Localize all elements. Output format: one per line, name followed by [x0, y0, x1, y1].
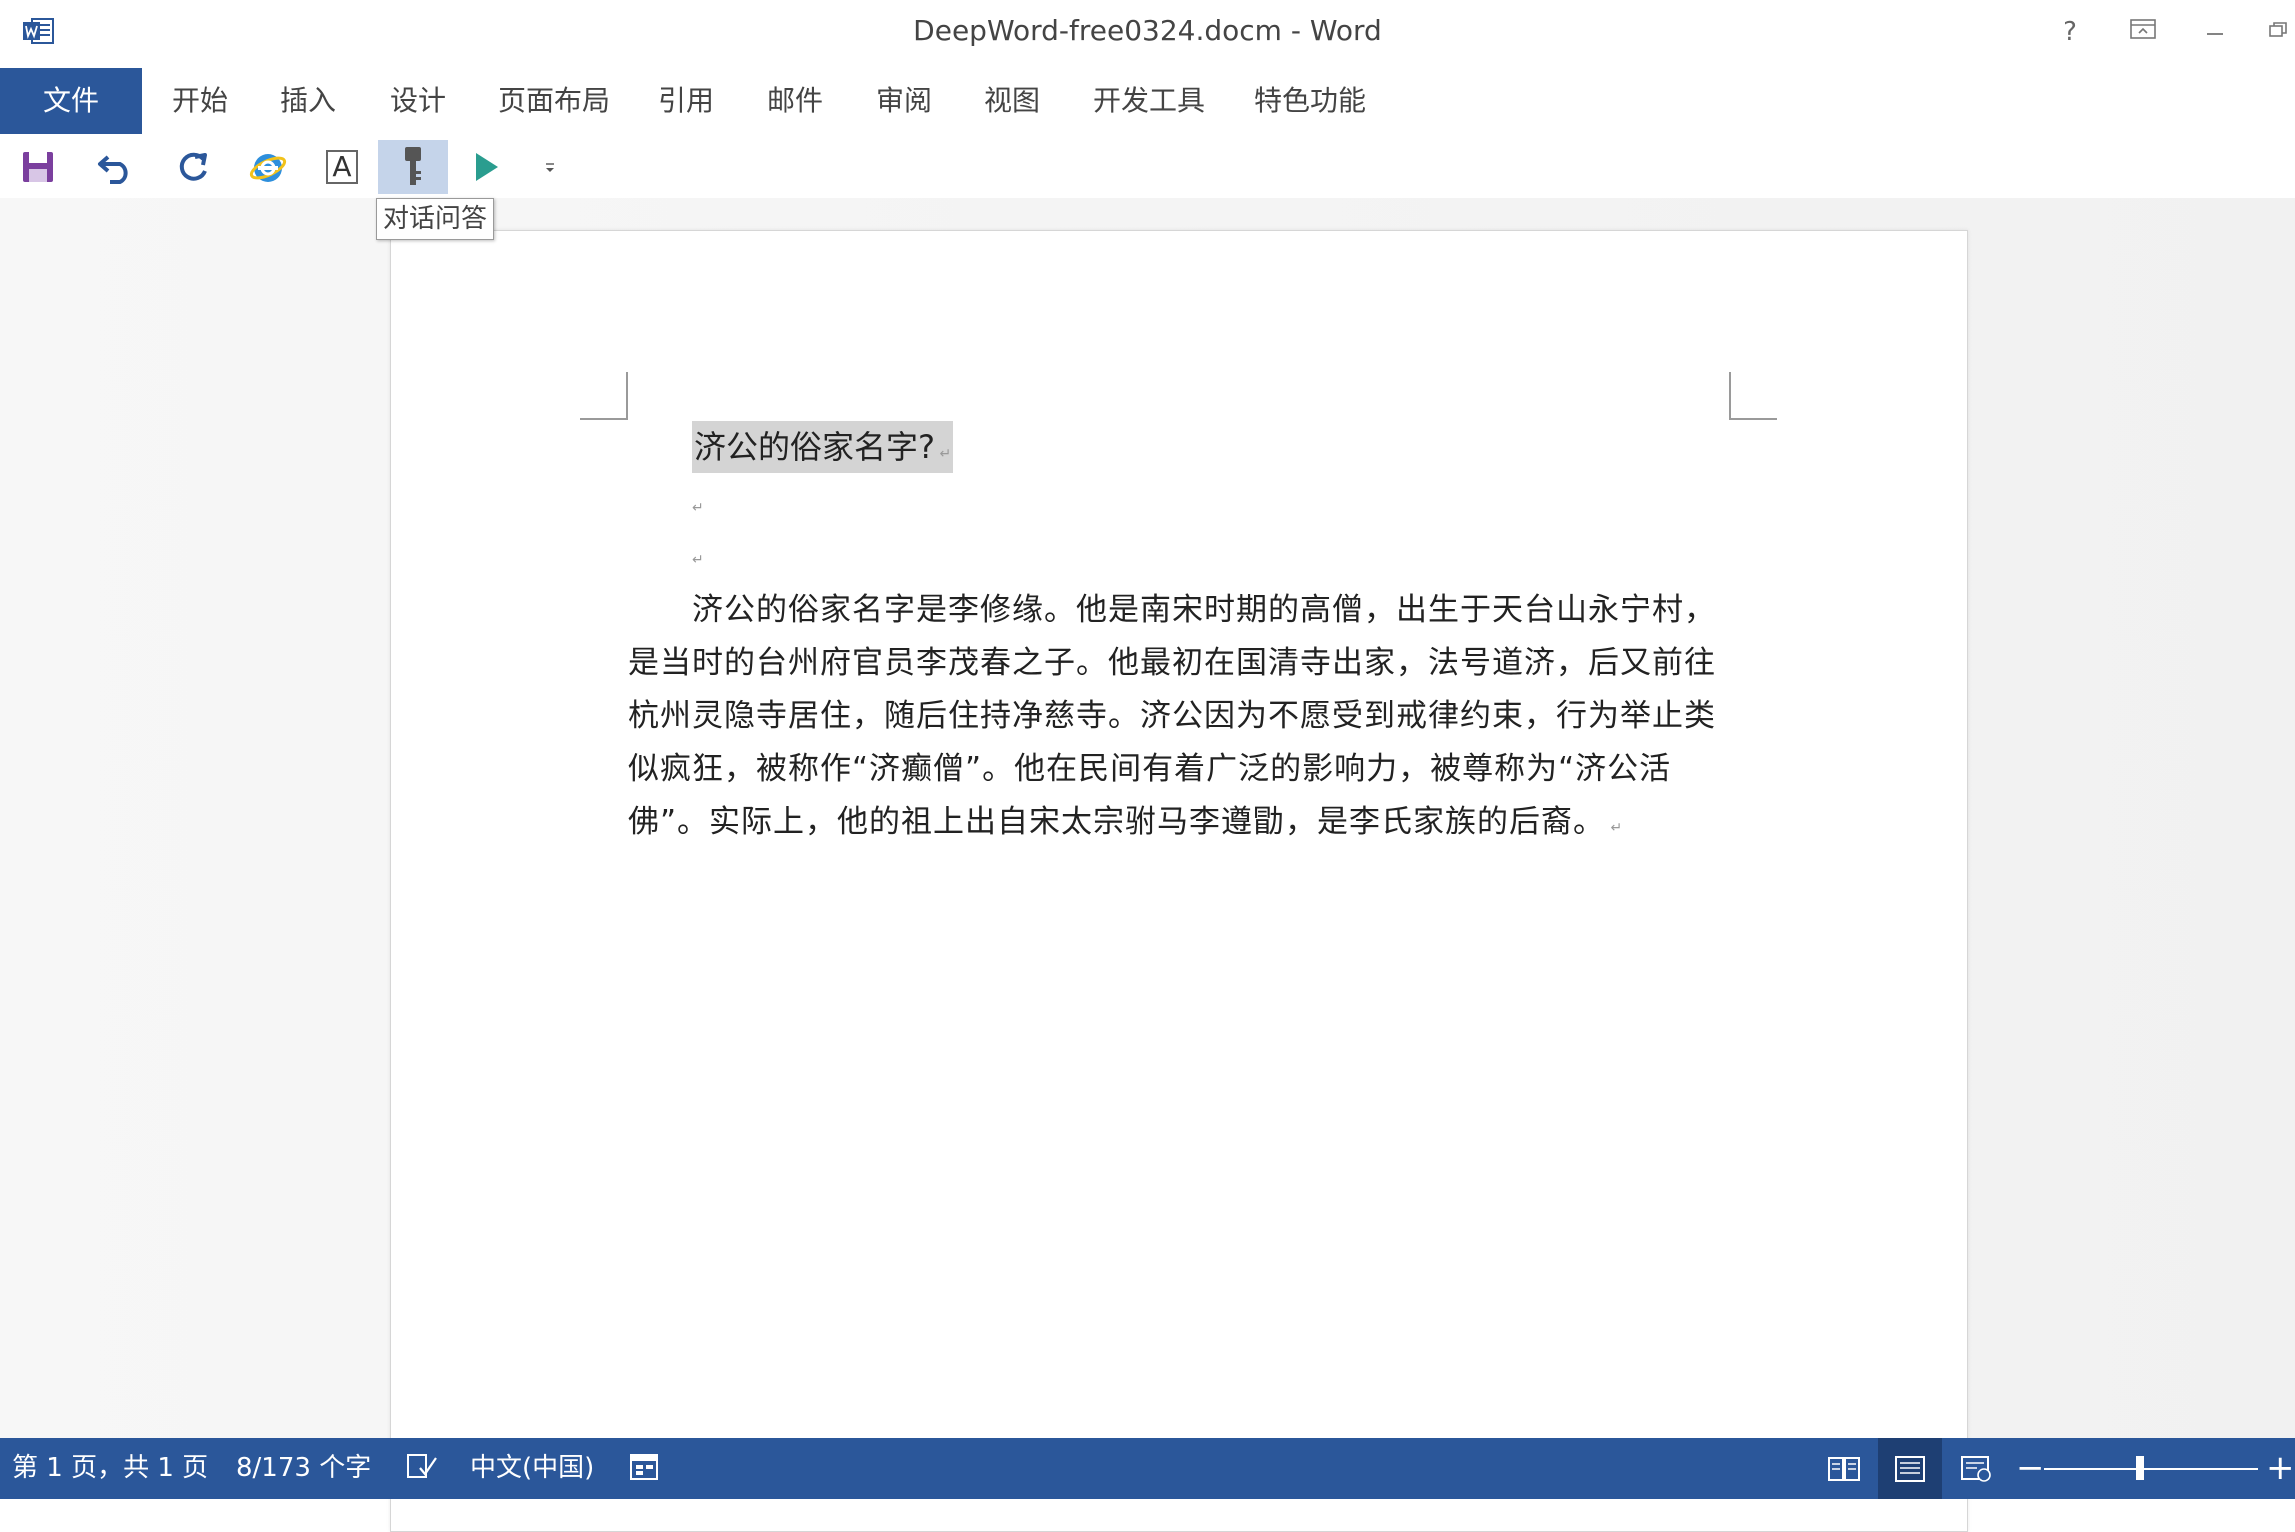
- tab-page-layout[interactable]: 页面布局: [498, 68, 610, 134]
- zoom-slider-thumb[interactable]: [2136, 1456, 2144, 1480]
- question-heading[interactable]: 济公的俗家名字? ↵: [692, 421, 954, 473]
- page-count[interactable]: 第 1 页，共 1 页: [12, 1438, 208, 1499]
- tab-insert[interactable]: 插入: [280, 68, 336, 134]
- save-icon: [23, 152, 53, 182]
- read-mode-icon: [1828, 1456, 1860, 1481]
- print-layout-button[interactable]: [1878, 1438, 1942, 1499]
- save-button[interactable]: [10, 140, 66, 194]
- macro-recording-icon[interactable]: [628, 1452, 662, 1486]
- text-box-button[interactable]: A: [314, 140, 370, 194]
- key-icon: [405, 147, 421, 185]
- answer-text: 济公的俗家名字是李修缘。他是南宋时期的高僧，出生于天台山永宁村，是当时的台州府官…: [628, 592, 1716, 840]
- zoom-slider-track[interactable]: [2044, 1468, 2258, 1470]
- paragraph-mark: ↵: [1605, 820, 1624, 836]
- customize-toolbar-button[interactable]: [524, 140, 576, 194]
- heading-text: 济公的俗家名字?: [694, 428, 935, 466]
- quick-access-toolbar: A: [0, 134, 2295, 198]
- run-icon: [476, 153, 498, 181]
- ribbon-display-icon: [2130, 19, 2156, 39]
- tab-home[interactable]: 开始: [172, 68, 228, 134]
- restore-icon: [2268, 22, 2287, 37]
- customize-dropdown-icon: [546, 163, 554, 172]
- undo-icon: [98, 155, 128, 184]
- empty-paragraph-mark: ↵: [692, 552, 704, 568]
- tab-developer[interactable]: 开发工具: [1093, 68, 1205, 134]
- tab-special-features[interactable]: 特色功能: [1254, 68, 1366, 134]
- redo-button[interactable]: [165, 140, 221, 194]
- word-count[interactable]: 8/173 个字: [236, 1438, 371, 1499]
- proofing-icon[interactable]: [406, 1452, 440, 1486]
- ie-browser-button[interactable]: [240, 140, 296, 194]
- language-indicator[interactable]: 中文(中国): [470, 1438, 594, 1499]
- tab-mailings[interactable]: 邮件: [767, 68, 823, 134]
- tab-references[interactable]: 引用: [658, 68, 714, 134]
- zoom-in-button[interactable]: +: [2266, 1438, 2295, 1499]
- answer-paragraph[interactable]: 济公的俗家名字是李修缘。他是南宋时期的高僧，出生于天台山永宁村，是当时的台州府官…: [628, 584, 1733, 855]
- tooltip-dialog-qa: 对话问答: [376, 198, 495, 240]
- undo-button[interactable]: [88, 140, 144, 194]
- paragraph-mark: ↵: [935, 446, 952, 462]
- web-layout-button[interactable]: [1944, 1438, 2008, 1499]
- margin-corner-top-left: [580, 372, 628, 420]
- margin-corner-top-right: [1729, 372, 1777, 420]
- status-bar: 第 1 页，共 1 页 8/173 个字 中文(中国) − +: [0, 1438, 2295, 1499]
- print-layout-icon: [1895, 1455, 1925, 1482]
- ribbon-tabs: 文件 开始 插入 设计 页面布局 引用 邮件 审阅 视图 开发工具 特色功能: [0, 68, 2295, 134]
- restore-button[interactable]: [2262, 14, 2295, 50]
- run-button[interactable]: [458, 140, 514, 194]
- ribbon-display-options-button[interactable]: [2123, 14, 2163, 50]
- dialog-qa-button[interactable]: [378, 140, 448, 194]
- tab-review[interactable]: 审阅: [876, 68, 932, 134]
- minimize-button[interactable]: [2195, 14, 2235, 50]
- empty-paragraph-mark: ↵: [692, 500, 704, 516]
- ie-browser-icon: [249, 154, 287, 182]
- tab-view[interactable]: 视图: [984, 68, 1040, 134]
- tab-file[interactable]: 文件: [0, 68, 142, 134]
- text-box-icon: A: [326, 150, 358, 184]
- redo-icon: [179, 152, 207, 181]
- tab-design[interactable]: 设计: [390, 68, 446, 134]
- window-title: DeepWord-free0324.docm - Word: [913, 14, 1382, 47]
- document-page[interactable]: [390, 230, 1968, 1532]
- web-layout-icon: [1961, 1455, 1991, 1482]
- help-button[interactable]: ?: [2050, 14, 2090, 50]
- zoom-out-button[interactable]: −: [2016, 1438, 2045, 1499]
- title-bar: DeepWord-free0324.docm - Word ?: [0, 0, 2295, 66]
- minimize-icon: [2207, 33, 2223, 35]
- read-mode-button[interactable]: [1812, 1438, 1876, 1499]
